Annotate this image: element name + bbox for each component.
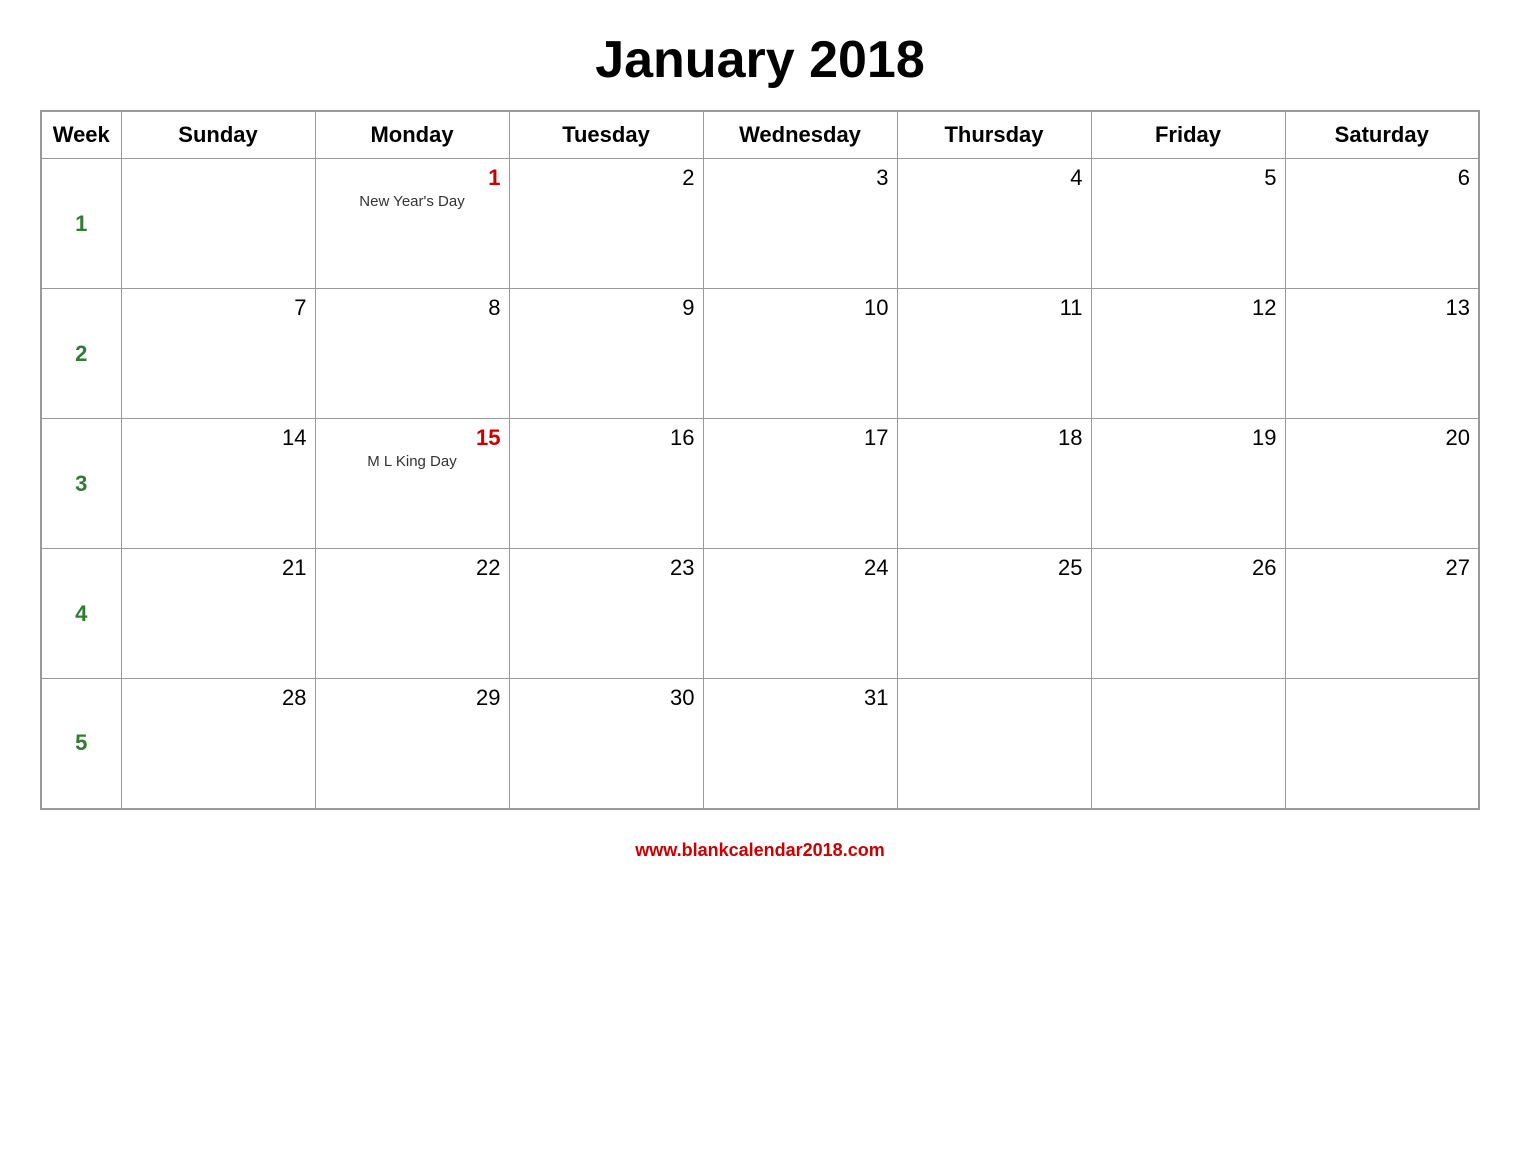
header-week: Week [41,111,121,159]
day-number: 1 [324,165,501,191]
day-cell: 27 [1285,549,1479,679]
header-friday: Friday [1091,111,1285,159]
day-cell: 6 [1285,159,1479,289]
week-number: 4 [41,549,121,679]
day-number: 26 [1100,555,1277,581]
day-cell: 2 [509,159,703,289]
day-cell: 23 [509,549,703,679]
day-cell: 17 [703,419,897,549]
day-cell: 26 [1091,549,1285,679]
calendar-table: WeekSundayMondayTuesdayWednesdayThursday… [40,110,1480,810]
day-number: 16 [518,425,695,451]
day-number: 23 [518,555,695,581]
day-number: 19 [1100,425,1277,451]
week-row: 1 1 New Year's Day 23456 [41,159,1479,289]
day-number: 18 [906,425,1083,451]
day-number: 10 [712,295,889,321]
day-number: 12 [1100,295,1277,321]
day-number: 15 [324,425,501,451]
holiday-label: New Year's Day [324,193,501,210]
day-number: 7 [130,295,307,321]
day-cell: 1 New Year's Day [315,159,509,289]
day-cell: 25 [897,549,1091,679]
week-number: 1 [41,159,121,289]
header-sunday: Sunday [121,111,315,159]
day-cell: 18 [897,419,1091,549]
day-number: 4 [906,165,1083,191]
day-number: 9 [518,295,695,321]
day-cell: 19 [1091,419,1285,549]
day-cell: 3 [703,159,897,289]
day-cell: 13 [1285,289,1479,419]
day-cell: 15 M L King Day [315,419,509,549]
day-number: 21 [130,555,307,581]
day-cell: 7 [121,289,315,419]
day-cell: 31 [703,679,897,809]
header-saturday: Saturday [1285,111,1479,159]
day-number: 31 [712,685,889,711]
day-cell [897,679,1091,809]
week-number: 2 [41,289,121,419]
page-title: January 2018 [595,30,925,90]
day-cell: 8 [315,289,509,419]
day-cell: 10 [703,289,897,419]
day-number: 14 [130,425,307,451]
day-cell: 20 [1285,419,1479,549]
day-cell [121,159,315,289]
day-number: 17 [712,425,889,451]
day-number: 5 [1100,165,1277,191]
day-number: 27 [1294,555,1471,581]
day-number: 13 [1294,295,1471,321]
day-cell: 4 [897,159,1091,289]
day-number: 11 [906,295,1083,321]
day-cell: 14 [121,419,315,549]
day-number: 20 [1294,425,1471,451]
day-cell: 21 [121,549,315,679]
day-number: 2 [518,165,695,191]
website-link[interactable]: www.blankcalendar2018.com [635,840,884,861]
header-tuesday: Tuesday [509,111,703,159]
header-wednesday: Wednesday [703,111,897,159]
day-cell: 22 [315,549,509,679]
day-cell [1091,679,1285,809]
day-cell [1285,679,1479,809]
day-number: 30 [518,685,695,711]
header-monday: Monday [315,111,509,159]
day-number: 25 [906,555,1083,581]
day-cell: 11 [897,289,1091,419]
day-number: 22 [324,555,501,581]
day-number: 8 [324,295,501,321]
week-number: 5 [41,679,121,809]
day-number: 6 [1294,165,1471,191]
header-thursday: Thursday [897,111,1091,159]
day-cell: 29 [315,679,509,809]
day-number: 24 [712,555,889,581]
day-number: 29 [324,685,501,711]
week-row: 2789 10 11 12 13 [41,289,1479,419]
day-cell: 24 [703,549,897,679]
holiday-label: M L King Day [324,453,501,470]
day-cell: 12 [1091,289,1285,419]
header-row: WeekSundayMondayTuesdayWednesdayThursday… [41,111,1479,159]
week-row: 3 14 15 M L King Day 16 17 18 19 20 [41,419,1479,549]
day-cell: 30 [509,679,703,809]
day-cell: 28 [121,679,315,809]
day-cell: 9 [509,289,703,419]
day-number: 3 [712,165,889,191]
day-cell: 5 [1091,159,1285,289]
day-cell: 16 [509,419,703,549]
week-number: 3 [41,419,121,549]
week-row: 5 28 29 30 31 [41,679,1479,809]
day-number: 28 [130,685,307,711]
week-row: 4 21 22 23 24 25 26 27 [41,549,1479,679]
